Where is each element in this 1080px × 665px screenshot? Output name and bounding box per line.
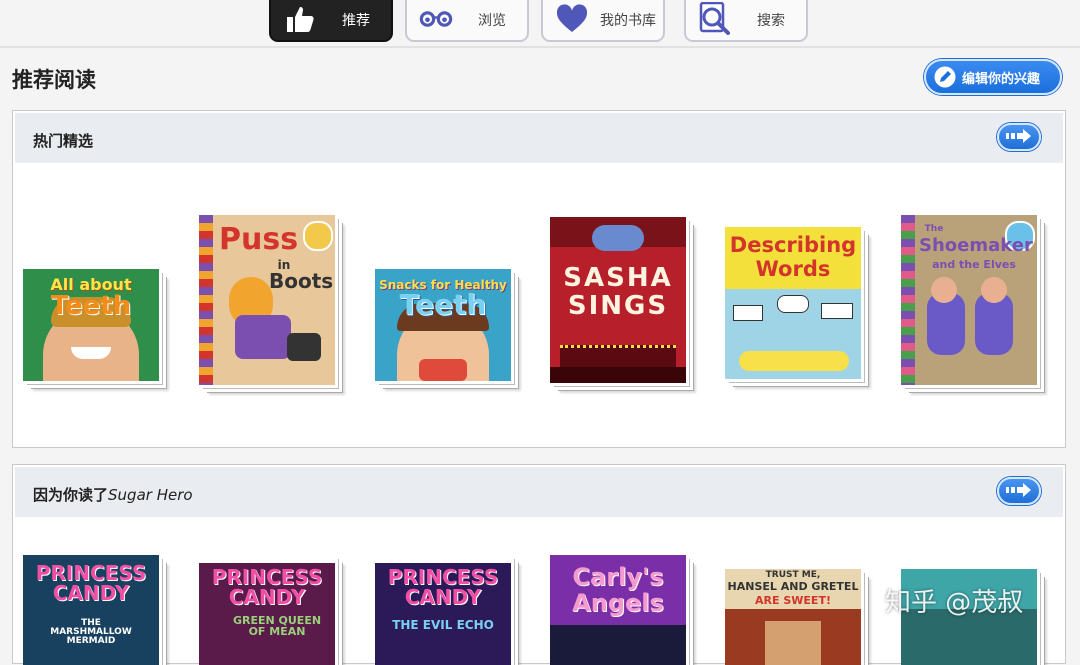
see-more-button[interactable] [997, 123, 1041, 151]
book-title: Boots [269, 269, 334, 293]
book-title: and the Elves [932, 258, 1016, 271]
section-popular-picks: 热门精选 All about Teeth Puss in Boots Snack… [12, 110, 1066, 448]
see-more-button[interactable] [997, 477, 1041, 505]
book-title: CANDY [228, 585, 306, 609]
pencil-icon [934, 66, 956, 88]
section-title: 热门精选 [33, 132, 94, 150]
section-because-you-read: 因为你读了Sugar Hero PRINCESS CANDY THE MARSH… [12, 464, 1066, 665]
book-title: PRINCESS [35, 561, 147, 585]
book-title: CANDY [404, 585, 482, 609]
book-cover[interactable]: Snacks for Healthy Teeth [375, 269, 511, 381]
book-title: THE MARSHMALLOW MERMAID [50, 618, 132, 646]
edit-interests-button[interactable]: 编辑你的兴趣 [924, 59, 1062, 95]
nav-tab-label: 搜索 [757, 13, 785, 29]
watermark: 知乎 @茂叔 [885, 588, 1024, 618]
book-title: THE EVIL ECHO [392, 618, 494, 632]
book-title: Shoemaker [919, 235, 1033, 256]
book-title: Describing [729, 233, 857, 257]
book-title: The [924, 224, 944, 234]
book-cover[interactable]: SASHA SINGS [550, 217, 686, 383]
nav-tab-browse[interactable]: 浏览 [405, 0, 529, 42]
thumbs-up-icon [283, 2, 317, 36]
book-cover[interactable]: Carly's Angels [550, 555, 686, 665]
glasses-icon [419, 2, 453, 36]
section-title: 因为你读了Sugar Hero [33, 484, 193, 505]
heart-icon [555, 2, 589, 36]
nav-tab-label: 推荐 [342, 13, 370, 29]
section-header: 因为你读了Sugar Hero [15, 467, 1063, 517]
book-cover[interactable]: Describing Words [725, 227, 861, 379]
book-title: TRUST ME, [765, 570, 821, 580]
section-title-text: 因为你读了 [33, 486, 109, 504]
book-cover[interactable]: All about Teeth [23, 269, 159, 381]
search-icon [698, 2, 732, 36]
book-cover[interactable]: Puss in Boots [199, 215, 335, 385]
book-title: CANDY [52, 581, 130, 605]
book-cover[interactable]: The Shoemaker and the Elves [901, 215, 1037, 385]
book-title: GREEN QUEEN OF MEAN [232, 614, 322, 638]
book-cover[interactable]: PRINCESS CANDY THE EVIL ECHO [375, 555, 511, 665]
book-cover[interactable]: PRINCESS CANDY GREEN QUEEN OF MEAN [199, 555, 335, 665]
book-title: Puss [219, 222, 299, 257]
arrow-right-icon [1006, 482, 1032, 501]
section-header: 热门精选 [15, 113, 1063, 163]
book-title: Angels [572, 589, 664, 617]
section-title-book: Sugar Hero [108, 486, 193, 504]
book-title: Teeth [50, 291, 132, 321]
edit-interests-label: 编辑你的兴趣 [962, 71, 1041, 87]
book-title: PRINCESS [211, 565, 323, 589]
nav-tab-my-library[interactable]: 我的书库 [541, 0, 665, 42]
book-title: SASHA [563, 263, 673, 293]
book-title: Teeth [399, 288, 487, 321]
arrow-right-icon [1006, 128, 1032, 147]
book-title: PRINCESS [387, 565, 499, 589]
nav-tab-recommend[interactable]: 推荐 [269, 0, 393, 42]
book-cover[interactable]: PRINCESS CANDY THE MARSHMALLOW MERMAID [23, 555, 159, 665]
book-cover[interactable]: TRUST ME, HANSEL AND GRETEL ARE SWEET! [725, 569, 861, 665]
nav-tab-label: 浏览 [478, 13, 506, 29]
nav-tab-label: 我的书库 [600, 13, 656, 29]
book-title: ARE SWEET! [755, 594, 831, 607]
book-title: HANSEL AND GRETEL [727, 580, 859, 593]
nav-tab-search[interactable]: 搜索 [684, 0, 808, 42]
book-title: SINGS [567, 291, 669, 321]
top-navigation: 推荐 浏览 我的书库 搜索 [0, 0, 1080, 48]
book-title: Words [755, 257, 831, 281]
page-title: 推荐阅读 [12, 68, 96, 92]
book-title: Carly's [572, 563, 664, 591]
